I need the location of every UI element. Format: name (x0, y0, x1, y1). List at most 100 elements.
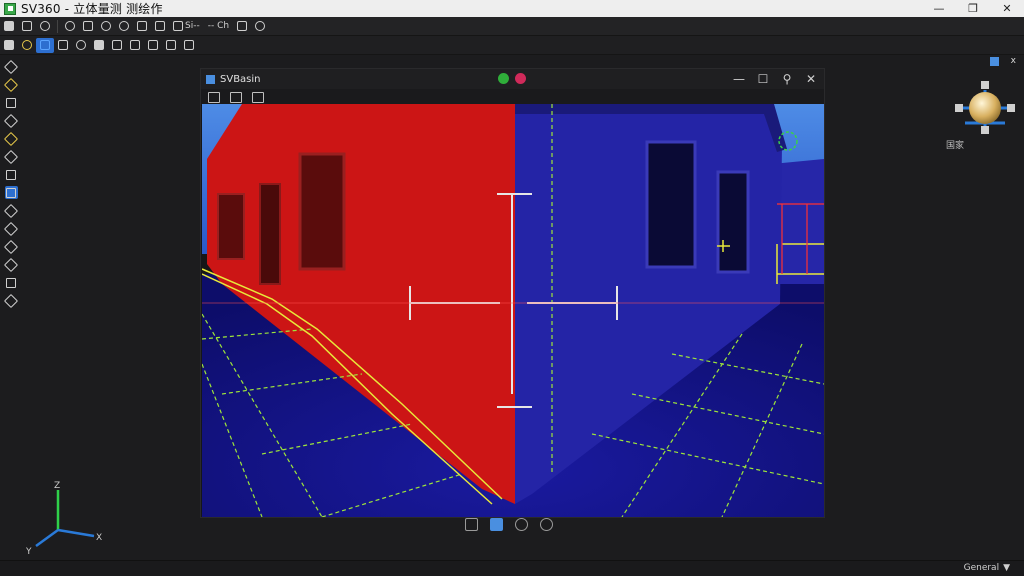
redo-button[interactable] (115, 19, 133, 34)
close-button[interactable]: ✕ (990, 0, 1024, 17)
mode-orbit-button[interactable] (515, 518, 528, 531)
doc-tool-home-icon[interactable] (208, 91, 220, 103)
transform-icon (112, 40, 122, 50)
export-icon (184, 40, 194, 50)
color-tool-button[interactable] (72, 38, 90, 53)
transform-tool-button[interactable] (108, 38, 126, 53)
axis-z-label: Z (54, 481, 60, 491)
left-toolbar (0, 56, 22, 316)
menu-a-label: Si-- (185, 21, 200, 31)
tool-pen[interactable] (3, 77, 19, 92)
tool-fill[interactable] (3, 221, 19, 236)
marker-icon (3, 131, 19, 146)
magnifier-icon (3, 293, 19, 308)
new-file-button[interactable] (0, 19, 18, 34)
save-button[interactable] (36, 19, 54, 34)
doc-minimize-button[interactable]: — (732, 70, 746, 88)
workspace-dropdown[interactable]: General ▼ (964, 563, 1010, 573)
navigator-icon (989, 56, 999, 66)
navigator-close-button[interactable]: x (1011, 56, 1016, 66)
nav-left-handle[interactable] (955, 104, 963, 112)
nav-right-handle[interactable] (1007, 104, 1015, 112)
wave-icon (3, 203, 19, 218)
tool-layers[interactable] (5, 276, 18, 289)
mode-layers-button[interactable] (490, 518, 503, 531)
fill-icon (94, 40, 104, 50)
frame-tool-button[interactable] (144, 38, 162, 53)
line-tool-button[interactable] (54, 38, 72, 53)
menu-a-icon (173, 21, 183, 31)
undo-icon (101, 21, 111, 31)
copy-tool-button[interactable] (126, 38, 144, 53)
redo-icon (119, 21, 129, 31)
tool-rectangle[interactable] (5, 168, 18, 181)
export-tool-button[interactable] (180, 38, 198, 53)
axis-y-label: Y (25, 547, 32, 557)
nav-top-handle[interactable] (981, 81, 989, 89)
measure-button[interactable] (151, 19, 169, 34)
open-button[interactable] (18, 19, 36, 34)
tool-zoom[interactable] (3, 293, 19, 308)
app-icon (4, 2, 16, 15)
layers-icon (83, 21, 93, 31)
menu-a-button[interactable]: Si-- (169, 19, 204, 34)
stamp-icon (3, 239, 19, 254)
view-icon (65, 21, 75, 31)
axis-x-label: X (96, 533, 102, 543)
nav-bottom-handle[interactable] (981, 126, 989, 134)
green-status-icon[interactable] (498, 73, 509, 84)
rectangle-icon (6, 169, 16, 180)
secondary-toolbar (0, 36, 1024, 55)
point-icon (22, 40, 32, 50)
pan-tool-button[interactable] (36, 37, 54, 53)
minimize-button[interactable]: — (922, 0, 956, 17)
mode-2d-button[interactable] (465, 518, 478, 531)
mode-globe-button[interactable] (540, 518, 553, 531)
menu-b-button[interactable]: -- Ch (204, 19, 233, 34)
search-button[interactable] (251, 19, 269, 34)
document-icon (206, 74, 215, 84)
doc-tool-copy-icon[interactable] (252, 91, 264, 103)
fill-tool-button[interactable] (90, 38, 108, 53)
doc-close-button[interactable]: ✕ (804, 70, 818, 88)
search-icon (255, 21, 266, 31)
viewport-scene (202, 104, 824, 517)
point-tool-button[interactable] (18, 38, 36, 53)
layers-button[interactable] (79, 19, 97, 34)
window-right-2 (716, 170, 750, 274)
red-status-icon[interactable] (515, 73, 526, 84)
save-icon (40, 21, 50, 31)
title-bar: SV360 - 立体量测 测绘作 — ❐ ✕ (0, 0, 1024, 17)
3d-viewport[interactable] (202, 104, 824, 517)
tool-brush[interactable] (3, 113, 19, 128)
undo-button[interactable] (97, 19, 115, 34)
window-right-1 (645, 140, 697, 269)
axis-gizmo: Z X Y (24, 478, 114, 558)
layers-stack-icon (6, 277, 16, 288)
tool-stamp[interactable] (3, 239, 19, 254)
restore-button[interactable]: ❐ (956, 0, 990, 17)
tool-pencil[interactable] (3, 59, 19, 74)
document-window: SVBasin — ☐ ⚲ ✕ (200, 68, 825, 518)
zoom-tool-button[interactable] (162, 38, 180, 53)
tool-eyedropper[interactable] (3, 149, 19, 164)
grid-button[interactable] (233, 19, 251, 34)
tool-wave[interactable] (3, 203, 19, 218)
document-title: SVBasin (220, 73, 261, 85)
tool-knife[interactable] (3, 257, 19, 272)
doc-maximize-button[interactable]: ☐ (756, 70, 770, 88)
workspace-dropdown-value: General (963, 563, 1000, 573)
open-icon (22, 21, 32, 31)
select-tool-button[interactable] (0, 38, 18, 53)
main-toolbar: Si-- -- Ch (0, 17, 1024, 36)
doc-zoom-button[interactable]: ⚲ (780, 70, 794, 88)
tool-marker[interactable] (3, 131, 19, 146)
navigator-panel-header: x (989, 56, 1016, 66)
tool-image[interactable] (4, 186, 18, 199)
status-bar: General ▼ (0, 560, 1024, 576)
settings-button[interactable] (133, 19, 151, 34)
doc-tool-folder-icon[interactable] (230, 91, 242, 103)
tool-crop[interactable] (5, 96, 18, 109)
nav-sphere[interactable] (969, 92, 1001, 124)
view-button[interactable] (61, 19, 79, 34)
